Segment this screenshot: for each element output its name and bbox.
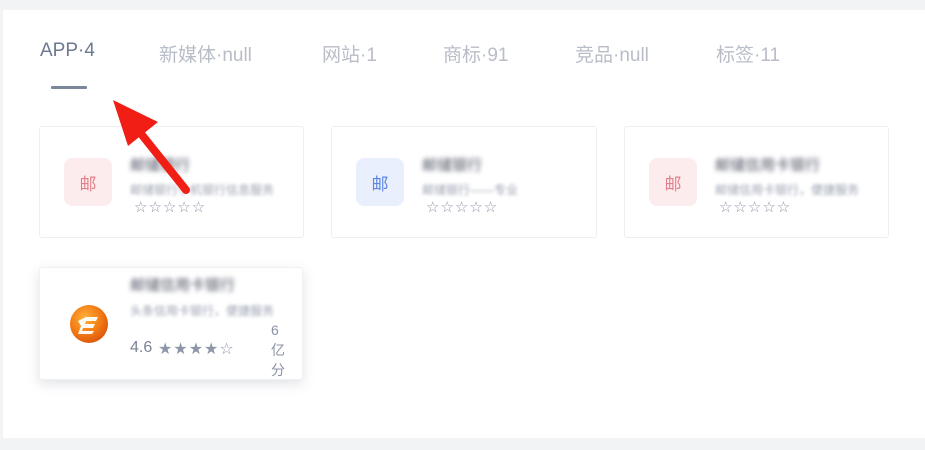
app-description: 邮储信用卡银行，便捷服务 xyxy=(715,183,860,197)
app-description: 邮储银行手机银行信息服务 xyxy=(130,183,275,197)
content-panel: APP·4 新媒体·null 网站·1 商标·91 竞品·null 标签·11 … xyxy=(3,10,925,438)
app-logo-icon xyxy=(69,304,109,344)
tab-tags[interactable]: 标签·11 xyxy=(716,40,780,67)
star-rating: ★★★★☆ xyxy=(158,339,235,358)
rating-score: 4.6 xyxy=(130,339,153,356)
tab-new-media[interactable]: 新媒体·null xyxy=(159,40,252,67)
app-logo: 邮 xyxy=(649,158,697,206)
tab-competitor[interactable]: 竞品·null xyxy=(575,40,649,67)
app-name: 邮储信用卡银行 xyxy=(715,157,821,174)
app-name: 邮储信用卡银行 xyxy=(130,277,236,294)
app-name: 邮储银行 xyxy=(422,157,483,174)
app-card[interactable]: 邮储信用卡银行 头条信用卡银行，便捷服务 4.6 ★★★★☆ 6亿分 xyxy=(39,267,303,380)
star-rating: ☆☆☆☆☆ xyxy=(719,198,792,216)
app-card[interactable]: 邮 邮储信用卡银行 邮储信用卡银行，便捷服务 ☆☆☆☆☆ xyxy=(624,126,889,238)
app-name: 邮储银行 xyxy=(130,157,191,174)
app-logo: 邮 xyxy=(356,158,404,206)
app-card[interactable]: 邮 邮储银行 邮储银行手机银行信息服务 ☆☆☆☆☆ xyxy=(39,126,304,238)
download-count: 6亿分 xyxy=(271,322,285,378)
app-description: 邮储银行——专业 xyxy=(422,183,519,197)
star-rating: ☆☆☆☆☆ xyxy=(134,198,207,216)
tab-trademark[interactable]: 商标·91 xyxy=(443,40,508,67)
star-rating: ☆☆☆☆☆ xyxy=(426,198,499,216)
tab-app[interactable]: APP·4 xyxy=(40,40,95,62)
app-description: 头条信用卡银行，便捷服务 xyxy=(130,304,275,318)
tab-website[interactable]: 网站·1 xyxy=(322,40,377,67)
app-logo: 邮 xyxy=(64,158,112,206)
active-tab-indicator xyxy=(51,86,87,89)
app-card[interactable]: 邮 邮储银行 邮储银行——专业 ☆☆☆☆☆ xyxy=(331,126,597,238)
